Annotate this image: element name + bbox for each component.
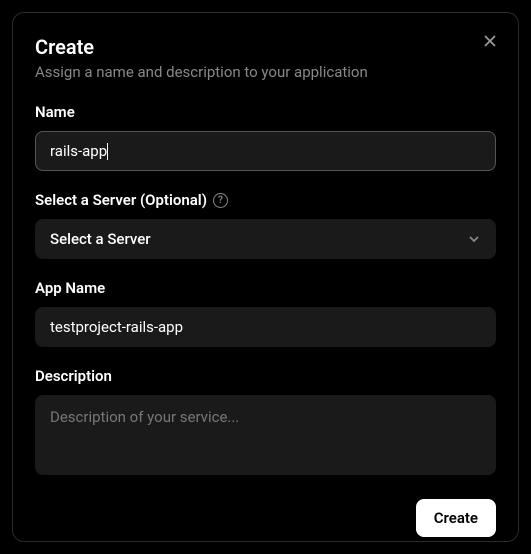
server-field-group: Select a Server (Optional) ? Select a Se…	[35, 191, 496, 259]
app-name-field-group: App Name testproject-rails-app	[35, 279, 496, 347]
create-button[interactable]: Create	[416, 499, 496, 537]
description-label: Description	[35, 367, 496, 385]
help-icon[interactable]: ?	[213, 193, 228, 208]
text-cursor	[107, 143, 108, 160]
description-textarea[interactable]	[35, 395, 496, 475]
name-input-value: rails-app	[50, 142, 107, 160]
name-field-group: Name rails-app	[35, 103, 496, 171]
app-name-value: testproject-rails-app	[50, 318, 183, 336]
server-label-text: Select a Server (Optional)	[35, 191, 207, 209]
server-label: Select a Server (Optional) ?	[35, 191, 496, 209]
close-icon	[483, 34, 497, 48]
name-input[interactable]: rails-app	[35, 131, 496, 171]
modal-subtitle: Assign a name and description to your ap…	[35, 63, 496, 81]
chevron-down-icon	[467, 232, 481, 246]
server-select[interactable]: Select a Server	[35, 219, 496, 259]
close-button[interactable]	[478, 29, 502, 53]
app-name-label: App Name	[35, 279, 496, 297]
modal-footer: Create	[35, 499, 496, 537]
modal-title: Create	[35, 35, 496, 59]
app-name-input[interactable]: testproject-rails-app	[35, 307, 496, 347]
server-select-value: Select a Server	[50, 230, 151, 248]
description-field-group: Description	[35, 367, 496, 479]
name-label: Name	[35, 103, 496, 121]
create-modal: Create Assign a name and description to …	[12, 12, 519, 542]
